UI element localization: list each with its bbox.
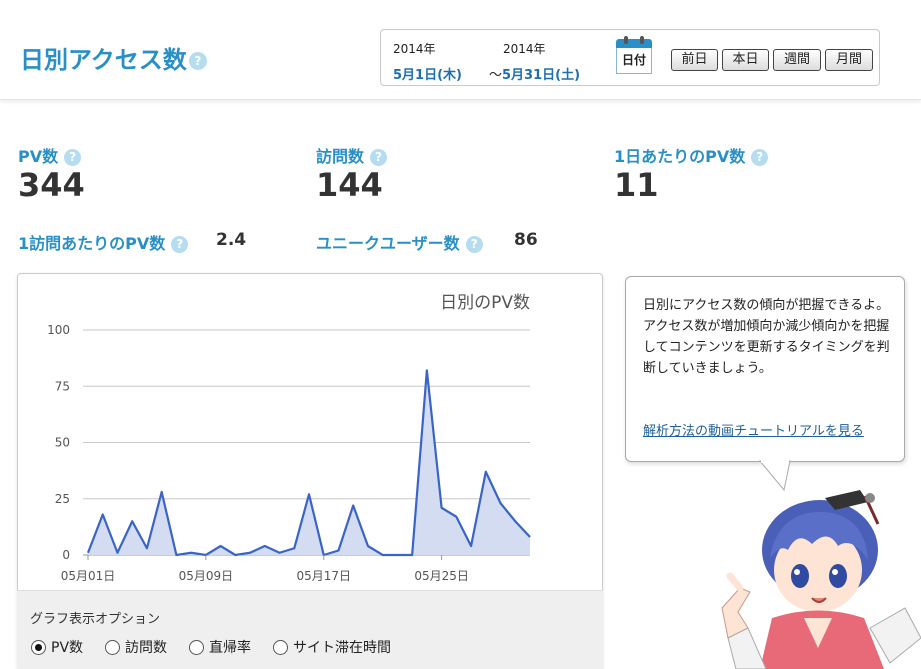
today-button[interactable]: 本日 xyxy=(722,49,769,71)
help-icon[interactable]: ? xyxy=(751,149,769,166)
month-button[interactable]: 月間 xyxy=(825,49,873,71)
help-icon[interactable]: ? xyxy=(188,52,207,70)
end-date[interactable]: 〜5月31日(土) xyxy=(489,64,580,83)
y-tick-label: 50 xyxy=(55,436,70,450)
radio-visits[interactable]: 訪問数 xyxy=(105,637,167,657)
help-icon[interactable]: ? xyxy=(64,149,82,166)
y-tick-label: 25 xyxy=(55,492,70,506)
pv-per-visit-label: 1訪問あたりのPV数? xyxy=(18,230,189,254)
help-icon[interactable]: ? xyxy=(465,236,483,253)
x-tick-label: 05月01日 xyxy=(61,569,116,583)
pv-per-day-value: 11 xyxy=(614,166,659,204)
unique-users-label: ユニークユーザー数? xyxy=(316,230,483,254)
pv-value: 344 xyxy=(18,166,85,204)
calendar-label: 日付 xyxy=(616,48,652,74)
pv-per-visit-value: 2.4 xyxy=(216,230,247,250)
prev-day-button[interactable]: 前日 xyxy=(671,49,718,71)
unique-users-value: 86 xyxy=(514,230,538,250)
week-button[interactable]: 週間 xyxy=(773,49,821,71)
visits-value: 144 xyxy=(316,166,383,204)
radio-stay-time[interactable]: サイト滞在時間 xyxy=(273,637,391,657)
pv-chart[interactable]: 日別のPV数 0 25 50 75 100 05月01日 05月09日 05月17日 05月2… xyxy=(18,274,604,592)
chart-title: 日別のPV数 xyxy=(440,293,530,313)
y-tick-label: 0 xyxy=(62,548,70,562)
page-title: 日別アクセス数? xyxy=(20,40,207,75)
pv-per-day-label: 1日あたりのPV数? xyxy=(614,143,769,167)
graph-options-panel: グラフ表示オプション PV数 訪問数 直帰率 サイト滞在時間 xyxy=(17,590,603,669)
tutorial-link[interactable]: 解析方法の動画チュートリアルを見る xyxy=(643,420,864,439)
visits-label: 訪問数? xyxy=(316,143,388,167)
radio-button[interactable] xyxy=(31,639,46,655)
radio-button[interactable] xyxy=(189,639,204,655)
page-header: 日別アクセス数? 2014年 2014年 5月1日(木) 〜5月31日(土) 日… xyxy=(0,0,921,100)
x-tick-label: 05月09日 xyxy=(179,569,234,583)
tip-bubble: 日別にアクセス数の傾向が把握できるよ。 アクセス数が増加傾向か減少傾向かを把握して… xyxy=(625,276,905,462)
graph-options-title: グラフ表示オプション xyxy=(30,612,161,627)
y-tick-label: 100 xyxy=(47,323,70,337)
chart-area xyxy=(88,370,530,555)
radio-bounce-rate[interactable]: 直帰率 xyxy=(189,637,251,657)
start-year: 2014年 xyxy=(393,42,436,56)
help-icon[interactable]: ? xyxy=(171,236,189,253)
date-range-box: 2014年 2014年 5月1日(木) 〜5月31日(土) 日付 前日 本日 週… xyxy=(380,29,880,86)
mascot-character xyxy=(721,490,921,669)
radio-pv[interactable]: PV数 xyxy=(31,637,83,657)
y-tick-label: 75 xyxy=(55,379,70,393)
radio-button[interactable] xyxy=(105,639,120,655)
radio-button[interactable] xyxy=(273,639,288,655)
start-date[interactable]: 5月1日(木) xyxy=(393,64,462,83)
end-year: 2014年 xyxy=(503,42,546,56)
x-tick-label: 05月25日 xyxy=(414,569,469,583)
calendar-button[interactable]: 日付 xyxy=(614,36,654,76)
x-tick-label: 05月17日 xyxy=(296,569,351,583)
calendar-icon xyxy=(616,39,652,48)
tip-text: 日別にアクセス数の傾向が把握できるよ。 アクセス数が増加傾向か減少傾向かを把握して… xyxy=(643,298,890,376)
pv-label: PV数? xyxy=(18,143,82,167)
help-icon[interactable]: ? xyxy=(370,149,388,166)
